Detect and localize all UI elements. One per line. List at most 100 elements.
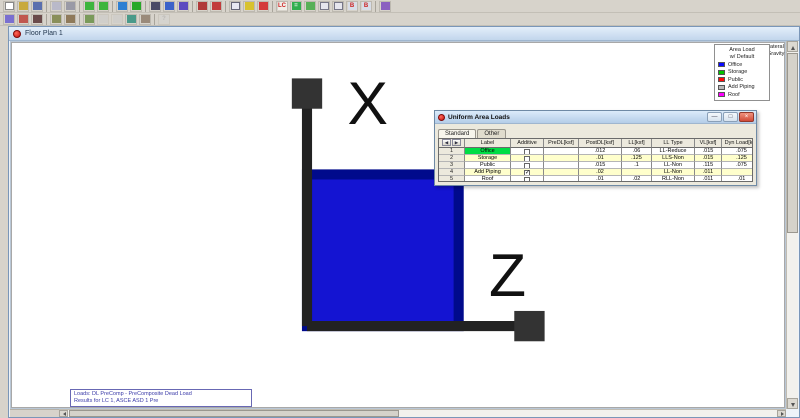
code-check-a-button[interactable]: B (346, 1, 358, 12)
copy-button[interactable] (50, 1, 62, 12)
camera-button[interactable] (139, 14, 151, 25)
row-number[interactable]: 3 (439, 162, 465, 169)
horizontal-scroll-thumb[interactable] (69, 410, 399, 417)
report-preview-button[interactable] (332, 1, 344, 12)
snapshot-button[interactable] (64, 14, 76, 25)
cell-label[interactable]: Office (465, 148, 511, 155)
plot-render-button[interactable] (31, 14, 43, 25)
tab-other[interactable]: Other (477, 129, 506, 139)
cell-dyn-load[interactable]: .125 (722, 155, 753, 162)
open-folder-button[interactable] (17, 1, 29, 12)
context-help-button[interactable]: ? (158, 14, 170, 25)
cell-ll[interactable]: .125 (622, 155, 652, 162)
next-record-button[interactable]: ▶ (452, 139, 461, 146)
checkbox-unchecked[interactable] (524, 156, 530, 162)
cell-predl[interactable] (544, 155, 579, 162)
cell-additive[interactable] (511, 148, 544, 155)
cell-vl[interactable]: .015 (695, 155, 722, 162)
plot-options-button[interactable] (3, 14, 15, 25)
checkbox-unchecked[interactable] (524, 177, 530, 183)
help-button[interactable] (379, 1, 391, 12)
prev-record-button[interactable]: ◀ (442, 139, 451, 146)
cell-ll[interactable]: .06 (622, 148, 652, 155)
checkbox-unchecked[interactable] (524, 163, 530, 169)
cell-postdl[interactable]: .015 (579, 162, 622, 169)
cell-postdl[interactable]: .012 (579, 148, 622, 155)
globe-button[interactable] (116, 1, 128, 12)
checkbox-checked[interactable]: ✓ (524, 170, 530, 176)
beam-section-button[interactable] (149, 1, 161, 12)
cell-label[interactable]: Roof (465, 176, 511, 182)
grid-tool-button[interactable] (163, 1, 175, 12)
cell-predl[interactable] (544, 162, 579, 169)
cell-postdl[interactable]: .02 (579, 169, 622, 176)
cell-ll-type[interactable]: LL-Reduce (652, 148, 695, 155)
plot-colors-button[interactable] (17, 14, 29, 25)
loads-button[interactable] (196, 1, 208, 12)
cell-label[interactable]: Storage (465, 155, 511, 162)
floor-plan-titlebar[interactable]: Floor Plan 1 (9, 27, 799, 41)
cell-ll-type[interactable]: LL-Non (652, 169, 695, 176)
cell-additive[interactable] (511, 176, 544, 182)
cell-vl[interactable]: .115 (695, 162, 722, 169)
row-number[interactable]: 5 (439, 176, 465, 182)
lock-button[interactable] (97, 14, 109, 25)
cell-ll[interactable] (622, 169, 652, 176)
cell-predl[interactable] (544, 148, 579, 155)
scroll-left-icon[interactable] (63, 412, 66, 416)
scroll-down-icon[interactable] (791, 403, 795, 407)
cell-postdl[interactable]: .01 (579, 155, 622, 162)
drawing-canvas[interactable]: 1122334455667788991010AABBCCDDEEFFGGHHII… (10, 41, 786, 409)
save-view-button[interactable] (50, 14, 62, 25)
cell-predl[interactable] (544, 176, 579, 182)
cell-vl[interactable]: .011 (695, 169, 722, 176)
new-file-button[interactable] (3, 1, 15, 12)
story-levels-button[interactable] (130, 1, 142, 12)
cell-ll-type[interactable]: LLS-Non (652, 155, 695, 162)
report-button[interactable] (318, 1, 330, 12)
save-button[interactable] (31, 1, 43, 12)
cell-vl[interactable]: .011 (695, 176, 722, 182)
spreadsheet-button[interactable] (229, 1, 241, 12)
cell-dyn-load[interactable]: .075 (722, 148, 753, 155)
vertical-scroll-thumb[interactable] (787, 53, 798, 233)
cell-predl[interactable] (544, 169, 579, 176)
results-graph-button[interactable] (243, 1, 255, 12)
cell-additive[interactable] (511, 162, 544, 169)
cell-label[interactable]: Add Piping (465, 169, 511, 176)
refresh-button[interactable] (125, 14, 137, 25)
dialog-minimize-button[interactable]: — (707, 112, 722, 122)
row-number[interactable]: 4 (439, 169, 465, 176)
cell-dyn-load[interactable]: .075 (722, 162, 753, 169)
cell-ll[interactable]: .1 (622, 162, 652, 169)
cell-dyn-load[interactable] (722, 169, 753, 176)
cell-dyn-load[interactable]: .01 (722, 176, 753, 182)
vertical-scrollbar[interactable] (786, 41, 798, 409)
cell-additive[interactable] (511, 155, 544, 162)
horizontal-scrollbar[interactable] (59, 409, 786, 417)
pause-button[interactable] (304, 1, 316, 12)
cell-ll-type[interactable]: RLL-Non (652, 176, 695, 182)
no-solve-button[interactable] (257, 1, 269, 12)
code-check-b-button[interactable]: B (360, 1, 372, 12)
scroll-right-icon[interactable] (781, 412, 784, 416)
redo-button[interactable] (97, 1, 109, 12)
equals-button[interactable]: = (290, 1, 302, 12)
cell-ll-type[interactable]: LL-Non (652, 162, 695, 169)
dialog-close-button[interactable]: × (739, 112, 754, 122)
checkbox-unchecked[interactable] (524, 149, 530, 155)
cell-ll[interactable]: .02 (622, 176, 652, 182)
delete-loads-button[interactable] (210, 1, 222, 12)
load-combinations-button[interactable]: LC (276, 1, 288, 12)
cell-postdl[interactable]: .01 (579, 176, 622, 182)
cell-vl[interactable]: .015 (695, 148, 722, 155)
dialog-maximize-button[interactable]: □ (723, 112, 738, 122)
undo-button[interactable] (83, 1, 95, 12)
layers-button[interactable] (83, 14, 95, 25)
cell-additive[interactable]: ✓ (511, 169, 544, 176)
dialog-titlebar[interactable]: Uniform Area Loads — □ × (435, 111, 756, 124)
plates-button[interactable] (177, 1, 189, 12)
unlock-button[interactable] (111, 14, 123, 25)
print-button[interactable] (64, 1, 76, 12)
row-number[interactable]: 1 (439, 148, 465, 155)
